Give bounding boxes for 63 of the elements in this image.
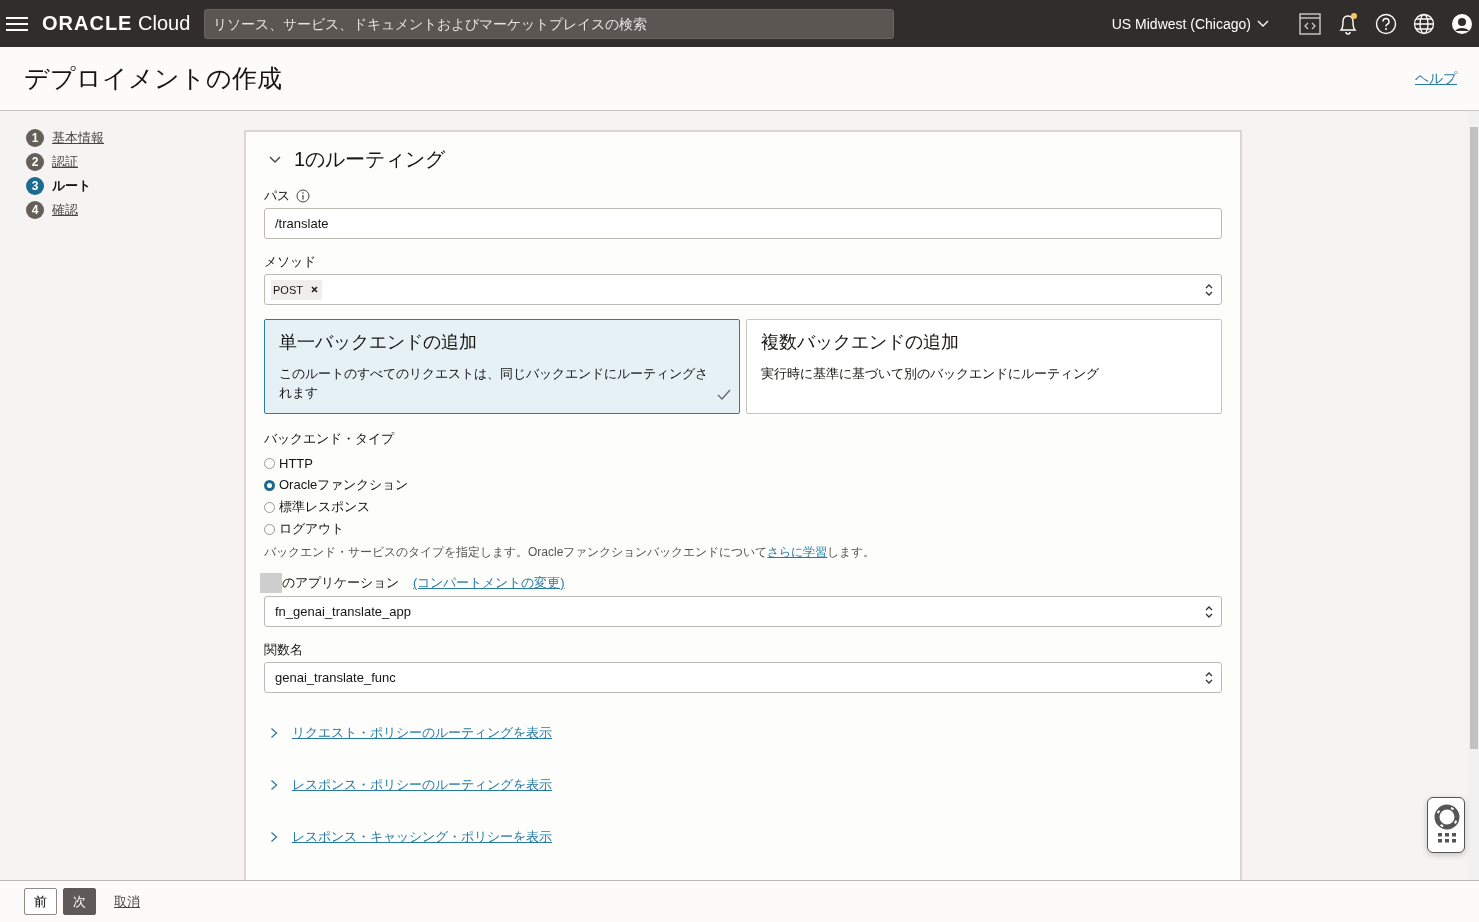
radio-option[interactable]: 標準レスポンス (264, 496, 1222, 518)
updown-icon (1205, 605, 1213, 619)
method-select[interactable]: POST (264, 274, 1222, 305)
change-compartment-link[interactable]: (コンパートメントの変更) (413, 574, 565, 592)
search-field[interactable]: リソース、サービス、ドキュメントおよびマーケットプレイスの検索 (204, 8, 895, 39)
method-tag: POST (271, 279, 322, 300)
policy-link[interactable]: レスポンス・ポリシーのルーティングを表示 (292, 776, 552, 794)
path-field[interactable]: /translate (264, 208, 1222, 239)
card-description: このルートのすべてのリクエストは、同じバックエンドにルーティングされます (279, 365, 709, 402)
remove-icon[interactable] (310, 286, 318, 293)
application-select[interactable]: fn_genai_translate_app (264, 596, 1222, 627)
scrollbar[interactable] (1468, 111, 1479, 880)
card-title: 単一バックエンドの追加 (279, 331, 478, 354)
updown-icon (1205, 283, 1213, 297)
card-title: 複数バックエンドの追加 (761, 331, 960, 354)
card-description: 実行時に基準に基づいて別のバックエンドにルーティング (761, 365, 1100, 383)
field-label: 関数名 (264, 641, 303, 659)
region-selector[interactable]: US Midwest (Chicago) (1111, 15, 1269, 32)
radio-option[interactable]: HTTP (264, 452, 1222, 474)
redacted-block (260, 573, 282, 593)
previous-button[interactable]: 前 (24, 888, 57, 915)
learn-more-link[interactable]: さらに学習 (767, 545, 828, 559)
chevron-icon[interactable] (268, 154, 282, 165)
updown-icon (1205, 671, 1213, 685)
radio-option[interactable]: ログアウト (264, 518, 1222, 540)
help-link[interactable]: ヘルプ (1415, 69, 1457, 88)
step-number: 4 (26, 201, 44, 219)
check-icon (717, 389, 731, 401)
next-button[interactable]: 次 (63, 888, 96, 915)
step-link[interactable]: 基本情報 (52, 129, 104, 147)
oracle-cloud-logo[interactable]: ORACLE Cloud (42, 12, 191, 35)
step-label: ルート (52, 177, 91, 195)
menu-icon[interactable] (6, 15, 28, 32)
globe-icon[interactable] (1413, 12, 1435, 35)
info-icon[interactable] (296, 189, 310, 203)
step-number: 2 (26, 153, 44, 171)
code-editor-icon[interactable] (1299, 12, 1321, 35)
step-link[interactable]: 認証 (52, 153, 78, 171)
field-label: バックエンド・タイプ (264, 431, 394, 446)
chevron-right-icon[interactable] (270, 727, 278, 739)
function-select[interactable]: genai_translate_func (264, 662, 1222, 693)
step-link[interactable]: 確認 (52, 201, 78, 219)
field-label: メソッド (264, 253, 316, 271)
bell-icon[interactable] (1337, 11, 1359, 36)
step-number: 3 (26, 177, 44, 195)
page-title: デプロイメントの作成 (24, 63, 282, 94)
chevron-right-icon[interactable] (270, 779, 278, 791)
policy-link[interactable]: リクエスト・ポリシーのルーティングを表示 (292, 724, 552, 742)
help-text: バックエンド・サービスのタイプを指定します。Oracleファンクションバックエンドについてさらに学習 します。 (264, 544, 877, 561)
support-button[interactable] (1427, 797, 1465, 853)
radio-option[interactable]: Oracleファンクション (264, 474, 1222, 496)
policy-link[interactable]: レスポンス・キャッシング・ポリシーを表示 (292, 828, 552, 846)
field-label: のアプリケーション (282, 574, 399, 592)
route-title: 1のルーティング (294, 147, 446, 172)
chevron-down-icon (1257, 19, 1269, 28)
field-label: パス (264, 187, 290, 205)
step-number: 1 (26, 129, 44, 147)
help-icon[interactable] (1375, 12, 1397, 35)
backend-option-card[interactable]: 単一バックエンドの追加 このルートのすべてのリクエストは、同じバックエンドにルーティングされます (264, 319, 740, 414)
user-avatar-icon[interactable] (1451, 12, 1473, 35)
backend-option-card[interactable]: 複数バックエンドの追加 実行時に基準に基づいて別のバックエンドにルーティング (746, 319, 1222, 414)
cancel-link[interactable]: 取消 (114, 892, 140, 911)
chevron-right-icon[interactable] (270, 831, 278, 843)
